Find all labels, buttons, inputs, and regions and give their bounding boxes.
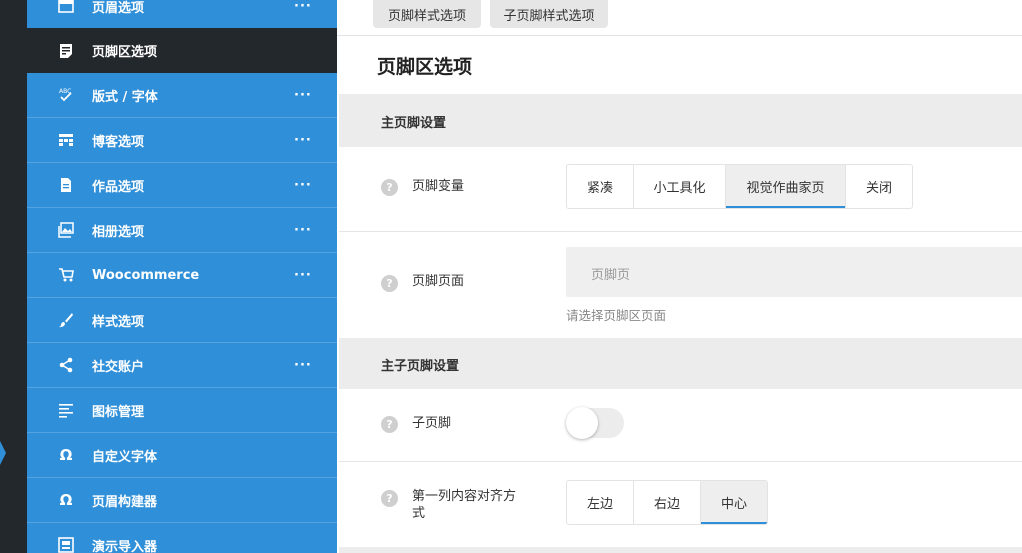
tab-subfooter-style[interactable]: 子页脚样式选项: [490, 0, 608, 28]
brush-icon: [58, 312, 74, 328]
section-title: 主子页脚设置: [381, 359, 460, 374]
select-placeholder: 页脚页: [591, 268, 631, 283]
divider: [339, 231, 1022, 232]
sidebar-item-header[interactable]: 页眉选项 ···: [27, 0, 337, 29]
document-icon: [58, 177, 74, 193]
section-title: 主页脚设置: [381, 116, 447, 131]
sidebar-item-label: 相册选项: [92, 224, 145, 240]
tab-footer-style[interactable]: 页脚样式选项: [373, 0, 481, 28]
sidebar-item-label: 页眉选项: [92, 0, 145, 16]
field-label: 页脚页面: [412, 274, 465, 289]
sidebar-item-gallery[interactable]: 相册选项 ···: [27, 208, 337, 253]
more-icon[interactable]: ···: [294, 223, 312, 238]
sidebar-item-label: 博客选项: [92, 134, 145, 150]
sidebar-item-demo-import[interactable]: 演示导入器: [27, 523, 337, 553]
section-header: 主子页脚设置: [339, 338, 1022, 389]
sidebar-item-label: Woocommerce: [92, 267, 200, 283]
sidebar-item-social[interactable]: 社交账户 ···: [27, 343, 337, 388]
footer-page-select[interactable]: 页脚页: [566, 247, 1022, 297]
help-icon[interactable]: ?: [381, 490, 398, 507]
field-label: 子页脚: [412, 416, 452, 431]
option-visual-composer[interactable]: 视觉作曲家页: [726, 165, 846, 208]
more-icon[interactable]: ···: [294, 178, 312, 193]
sidebar-item-label: 演示导入器: [92, 539, 158, 553]
help-icon[interactable]: ?: [381, 416, 398, 433]
option-right[interactable]: 右边: [634, 481, 701, 524]
admin-edge: [0, 0, 27, 553]
collapse-marker: [0, 441, 6, 465]
sidebar-item-styling[interactable]: 样式选项: [27, 298, 337, 343]
sub-footer-toggle[interactable]: [566, 407, 624, 439]
list-icon: [58, 402, 74, 418]
sidebar-item-blog[interactable]: 博客选项 ···: [27, 118, 337, 163]
option-widgetized[interactable]: 小工具化: [634, 165, 726, 208]
share-icon: [58, 357, 74, 373]
spellcheck-icon: ABC: [58, 87, 74, 103]
help-icon[interactable]: ?: [381, 275, 398, 292]
gallery-icon: [58, 222, 74, 238]
toggle-knob: [566, 407, 598, 439]
sidebar-item-woocommerce[interactable]: Woocommerce ···: [27, 253, 337, 298]
sidebar-item-label: 页脚区选项: [92, 45, 158, 60]
cart-icon: [58, 267, 74, 283]
section-header: [339, 547, 1022, 553]
section-header: 主页脚设置: [339, 94, 1022, 147]
more-icon[interactable]: ···: [294, 133, 312, 148]
sidebar-item-label: 样式选项: [92, 314, 145, 330]
sidebar-item-label: 社交账户: [92, 359, 145, 375]
sidebar-item-icons[interactable]: 图标管理: [27, 388, 337, 433]
option-off[interactable]: 关闭: [846, 165, 912, 208]
field-label-line2: 式: [412, 506, 426, 521]
sidebar-item-custom-fonts[interactable]: Ω 自定义字体: [27, 433, 337, 478]
sidebar-item-label: 页眉构建器: [92, 494, 158, 510]
more-icon[interactable]: ···: [294, 88, 312, 103]
divider: [337, 35, 1022, 36]
omega-icon: Ω: [59, 491, 73, 509]
footer-icon: [58, 43, 74, 59]
field-label-line1: 第一列内容对齐方: [412, 489, 517, 504]
field-description: 请选择页脚区页面: [566, 308, 667, 323]
options-sidebar: 页眉选项 ··· 页脚区选项 ABC 版式 / 字体 ··· 博客选项 ··· …: [27, 0, 337, 553]
more-icon[interactable]: ···: [294, 0, 312, 14]
sidebar-item-header-builder[interactable]: Ω 页眉构建器: [27, 478, 337, 523]
divider: [339, 461, 1022, 462]
more-icon[interactable]: ···: [294, 268, 312, 283]
omega-icon: Ω: [59, 446, 73, 464]
option-compact[interactable]: 紧凑: [567, 165, 634, 208]
sidebar-item-portfolio[interactable]: 作品选项 ···: [27, 163, 337, 208]
import-icon: [58, 537, 74, 553]
option-center[interactable]: 中心: [701, 481, 767, 524]
sidebar-item-label: 自定义字体: [92, 449, 158, 465]
sidebar-item-typography[interactable]: ABC 版式 / 字体 ···: [27, 73, 337, 118]
header-icon: [58, 0, 74, 14]
blog-grid-icon: [58, 132, 74, 148]
page-title: 页脚区选项: [377, 56, 473, 78]
sidebar-item-label: 图标管理: [92, 404, 145, 420]
footer-variant-buttonset: 紧凑 小工具化 视觉作曲家页 关闭: [566, 164, 913, 209]
field-label: 页脚变量: [412, 179, 465, 194]
sidebar-item-label: 作品选项: [92, 179, 145, 195]
option-left[interactable]: 左边: [567, 481, 634, 524]
more-icon[interactable]: ···: [294, 358, 312, 373]
alignment-buttonset: 左边 右边 中心: [566, 480, 768, 525]
sidebar-item-label: 版式 / 字体: [92, 89, 158, 105]
options-panel: 页脚样式选项 子页脚样式选项 页脚区选项 主页脚设置 ? 页脚变量 紧凑 小工具…: [337, 0, 1022, 553]
sidebar-item-footer[interactable]: 页脚区选项: [27, 28, 337, 73]
help-icon[interactable]: ?: [381, 179, 398, 196]
